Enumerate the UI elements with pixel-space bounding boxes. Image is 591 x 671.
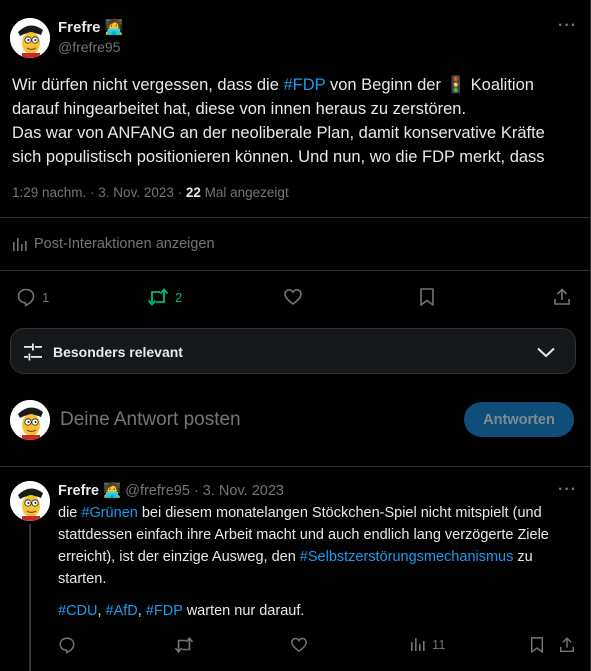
traffic-light-emoji: 🚦	[445, 76, 467, 94]
post-analytics-link[interactable]: Post-Interaktionen anzeigen	[12, 236, 215, 252]
reply-meta[interactable]: @frefre95 · 3. Nov. 2023	[121, 483, 284, 499]
like-icon	[284, 288, 302, 306]
analytics-label: Post-Interaktionen anzeigen	[34, 236, 215, 252]
reply-button[interactable]: 1	[16, 287, 49, 307]
divider	[0, 270, 590, 271]
avatar[interactable]	[10, 18, 50, 58]
avatar	[10, 400, 50, 440]
hashtag-link[interactable]: #FDP	[146, 603, 183, 619]
post-text-segment: Wir dürfen nicht vergessen, dass die	[12, 76, 284, 94]
repost-button[interactable]: 2	[147, 287, 182, 307]
reply-text-segment: bei diesem monatelangen Stöckchen-Spiel …	[137, 505, 542, 521]
post-text-line: darauf hingearbeitet hat, diese von inne…	[12, 100, 467, 118]
hashtag-link[interactable]: #Selbstzerstörungsmechanismus	[300, 549, 514, 565]
repost-icon	[174, 637, 194, 653]
reply-reply-button[interactable]	[58, 636, 76, 654]
reply-text-line: stattdessen einfach ihre Arbeit macht un…	[58, 527, 549, 543]
reply-text-segment: die	[58, 505, 82, 521]
repost-icon	[147, 288, 169, 306]
reply-text-segment: ,	[97, 603, 106, 619]
view-count: 22	[185, 185, 201, 200]
reply-views-button[interactable]: 11	[410, 636, 446, 652]
post-text-segment: von Beginn der	[325, 76, 446, 94]
reply-repost-button[interactable]	[174, 636, 194, 654]
chart-icon	[13, 238, 27, 251]
reply-author-name[interactable]: Frefre	[58, 483, 99, 499]
reply-sort-dropdown[interactable]: Besonders relevant	[10, 328, 576, 374]
views-label: Mal angezeigt	[200, 185, 289, 200]
reply-icon	[17, 288, 35, 307]
reply-input[interactable]: Deine Antwort posten	[60, 409, 241, 431]
bookmark-icon	[530, 637, 544, 653]
author-name[interactable]: Frefre	[58, 19, 101, 36]
author-handle[interactable]: @frefre95	[58, 39, 120, 55]
post-text-segment: Koalition	[466, 76, 534, 94]
hashtag-link[interactable]: #AfD	[106, 603, 138, 619]
share-button[interactable]	[552, 287, 572, 307]
share-icon	[559, 637, 575, 653]
author-emoji: 🧑‍💻	[104, 19, 124, 36]
divider	[0, 217, 590, 218]
hashtag-link[interactable]: #FDP	[283, 76, 325, 94]
reply-text-segment: warten nur darauf.	[182, 603, 305, 619]
avatar[interactable]	[10, 481, 50, 521]
avatar-image	[10, 400, 50, 440]
reply-view-count: 11	[432, 636, 446, 652]
meta-separator: ·	[86, 185, 99, 200]
bookmark-icon	[420, 288, 434, 306]
reply-bookmark-button[interactable]	[529, 636, 545, 654]
reply-share-button[interactable]	[558, 636, 576, 654]
more-icon[interactable]: ···	[558, 17, 577, 35]
reply-text-segment: erreicht), ist der einzige Ausweg, den	[58, 549, 300, 565]
share-icon	[554, 288, 570, 305]
more-icon[interactable]: ···	[558, 481, 577, 499]
post-date[interactable]: 3. Nov. 2023	[98, 185, 174, 200]
divider	[0, 466, 590, 467]
reply-count: 1	[42, 289, 50, 305]
hashtag-link[interactable]: #Grünen	[81, 505, 137, 521]
meta-separator: ·	[173, 185, 186, 200]
post-text-line: sich populistisch positionieren können. …	[12, 148, 545, 166]
avatar-image	[10, 481, 50, 521]
repost-count: 2	[175, 289, 183, 305]
like-icon	[291, 637, 307, 653]
reply-like-button[interactable]	[290, 636, 308, 654]
bookmark-button[interactable]	[418, 287, 436, 307]
reply-submit-button[interactable]: Antworten	[464, 402, 574, 437]
like-button[interactable]	[283, 287, 303, 307]
filter-icon	[24, 343, 42, 361]
reply-header: Frefre 🧑‍💻 @frefre95 · 3. Nov. 2023	[58, 482, 284, 499]
post-time[interactable]: 1:29 nachm.	[12, 185, 86, 200]
post-meta: 1:29 nachm. · 3. Nov. 2023 · 22 Mal ange…	[12, 185, 289, 200]
author-name-row[interactable]: Frefre 🧑‍💻	[58, 18, 123, 36]
post-text-line: Das war von ANFANG an der neoliberale Pl…	[12, 124, 545, 142]
thread-line	[29, 524, 31, 671]
reply-author-emoji: 🧑‍💻	[103, 483, 122, 499]
reply-text: die #Grünen bei diesem monatelangen Stöc…	[58, 502, 578, 622]
post-text: Wir dürfen nicht vergessen, dass die #FD…	[12, 73, 572, 169]
reply-text-line: starten.	[58, 571, 107, 587]
chart-icon	[411, 638, 425, 651]
sort-label: Besonders relevant	[53, 344, 183, 360]
reply-icon	[59, 637, 75, 654]
reply-text-segment: zu	[513, 549, 533, 565]
chevron-down-icon	[537, 347, 555, 358]
avatar-image	[10, 18, 50, 58]
hashtag-link[interactable]: #CDU	[58, 603, 97, 619]
reply-text-segment: ,	[137, 603, 146, 619]
